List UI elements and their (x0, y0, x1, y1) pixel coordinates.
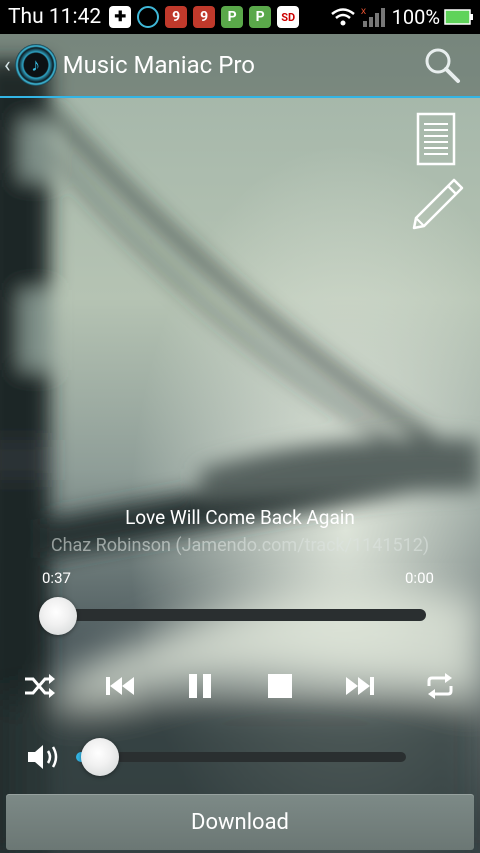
circle-app-icon (137, 6, 160, 28)
volume-thumb[interactable] (81, 738, 119, 776)
volume-icon[interactable] (26, 742, 62, 772)
track-title: Love Will Come Back Again (125, 506, 355, 529)
svg-text:x: x (361, 6, 366, 17)
shuffle-button[interactable] (20, 668, 60, 704)
pause-icon (189, 674, 211, 698)
back-chevron-icon[interactable]: ‹ (4, 53, 11, 78)
background-image (0, 0, 480, 853)
medical-cross-icon: ✚ (109, 6, 132, 28)
track-artist: Chaz Robinson (Jamendo.com/track/1141512… (50, 535, 430, 556)
battery-percent: 100% (391, 5, 440, 29)
seek-bar[interactable] (52, 609, 426, 621)
status-time: Thu 11:42 (8, 5, 102, 29)
stop-icon (268, 674, 292, 698)
red-9-icon: 9 (193, 6, 216, 28)
status-bar: Thu 11:42 ✚ 9 9 P P SD x 100% (0, 0, 480, 34)
repeat-button[interactable] (420, 668, 460, 704)
sd-card-icon: SD (277, 6, 300, 28)
pause-button[interactable] (180, 668, 220, 704)
total-time: 0:00 (405, 569, 434, 587)
edit-pencil-icon[interactable] (410, 176, 466, 232)
previous-icon (106, 677, 134, 695)
battery-icon (444, 9, 473, 25)
next-button[interactable] (340, 668, 380, 704)
next-icon (346, 677, 374, 695)
action-bar: ‹ ♪ Music Maniac Pro (0, 34, 480, 98)
search-icon[interactable] (422, 45, 462, 85)
app-title: Music Maniac Pro (62, 51, 255, 79)
signal-icon: x (361, 6, 385, 27)
current-time: 0:37 (42, 569, 71, 587)
stop-button[interactable] (260, 668, 300, 704)
green-p-icon: P (221, 6, 244, 28)
green-p-icon: P (249, 6, 272, 28)
lyrics-icon[interactable] (416, 112, 458, 168)
previous-button[interactable] (100, 668, 140, 704)
volume-slider[interactable] (76, 752, 406, 762)
red-9-icon: 9 (165, 6, 188, 28)
seek-thumb[interactable] (39, 597, 77, 635)
download-button[interactable]: Download (6, 794, 474, 850)
repeat-icon (427, 673, 453, 699)
wifi-icon (330, 8, 355, 26)
app-logo-icon[interactable]: ♪ (14, 44, 57, 86)
shuffle-icon (25, 674, 55, 698)
